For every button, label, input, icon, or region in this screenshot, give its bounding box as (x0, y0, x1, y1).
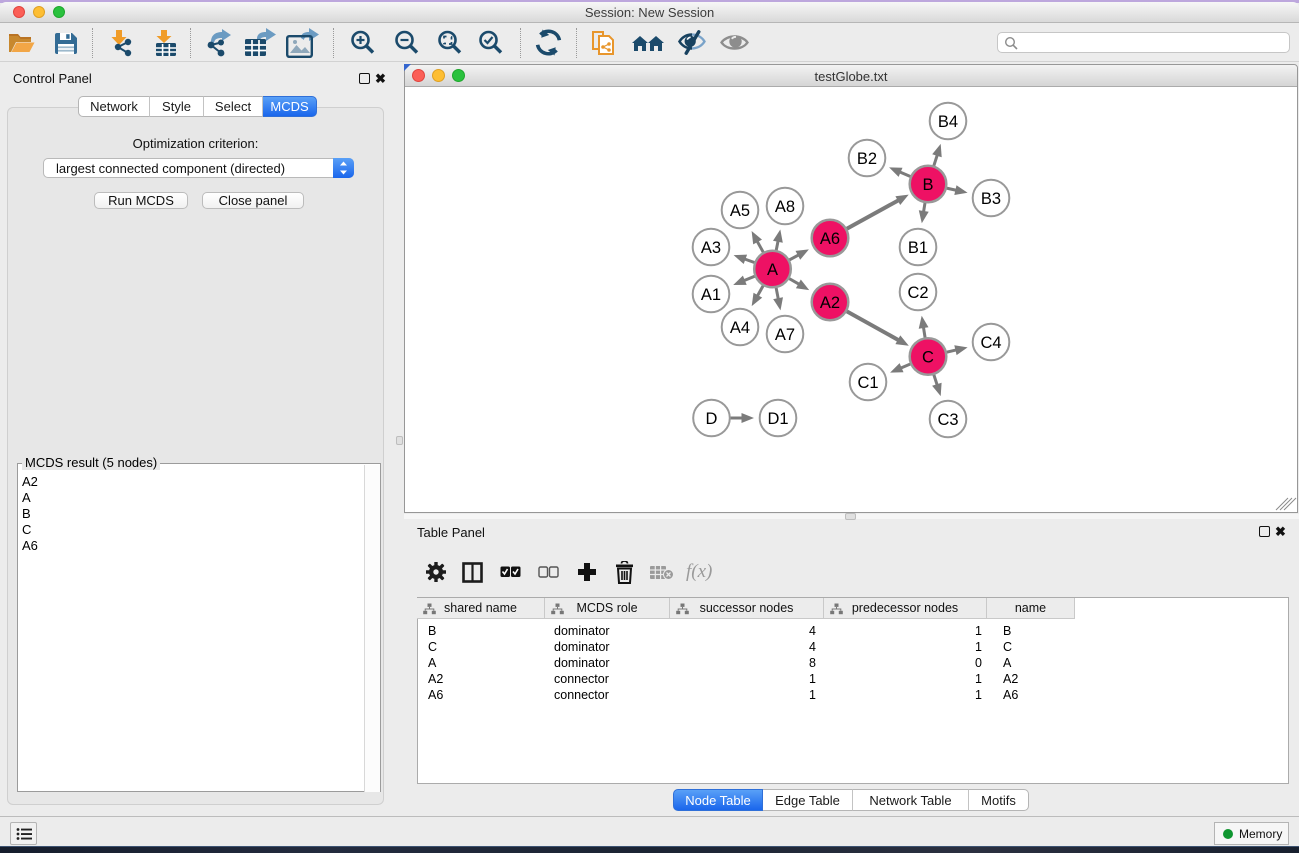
svg-text:A: A (767, 261, 778, 279)
svg-text:B1: B1 (908, 239, 928, 257)
svg-text:D1: D1 (767, 410, 788, 428)
svg-text:B2: B2 (857, 150, 877, 168)
svg-text:A1: A1 (701, 286, 721, 304)
svg-text:A3: A3 (701, 239, 721, 257)
svg-text:C3: C3 (937, 411, 958, 429)
svg-text:B4: B4 (938, 113, 958, 131)
svg-text:C1: C1 (857, 374, 878, 392)
svg-text:D: D (706, 410, 718, 428)
svg-text:A6: A6 (820, 230, 840, 248)
svg-text:C2: C2 (907, 284, 928, 302)
svg-text:A4: A4 (730, 319, 750, 337)
svg-text:C4: C4 (980, 334, 1001, 352)
svg-text:C: C (922, 348, 934, 366)
svg-text:A2: A2 (820, 294, 840, 312)
svg-text:A5: A5 (730, 202, 750, 220)
svg-text:B: B (922, 176, 933, 194)
svg-text:A7: A7 (775, 326, 795, 344)
svg-text:B3: B3 (981, 190, 1001, 208)
svg-text:A8: A8 (775, 198, 795, 216)
